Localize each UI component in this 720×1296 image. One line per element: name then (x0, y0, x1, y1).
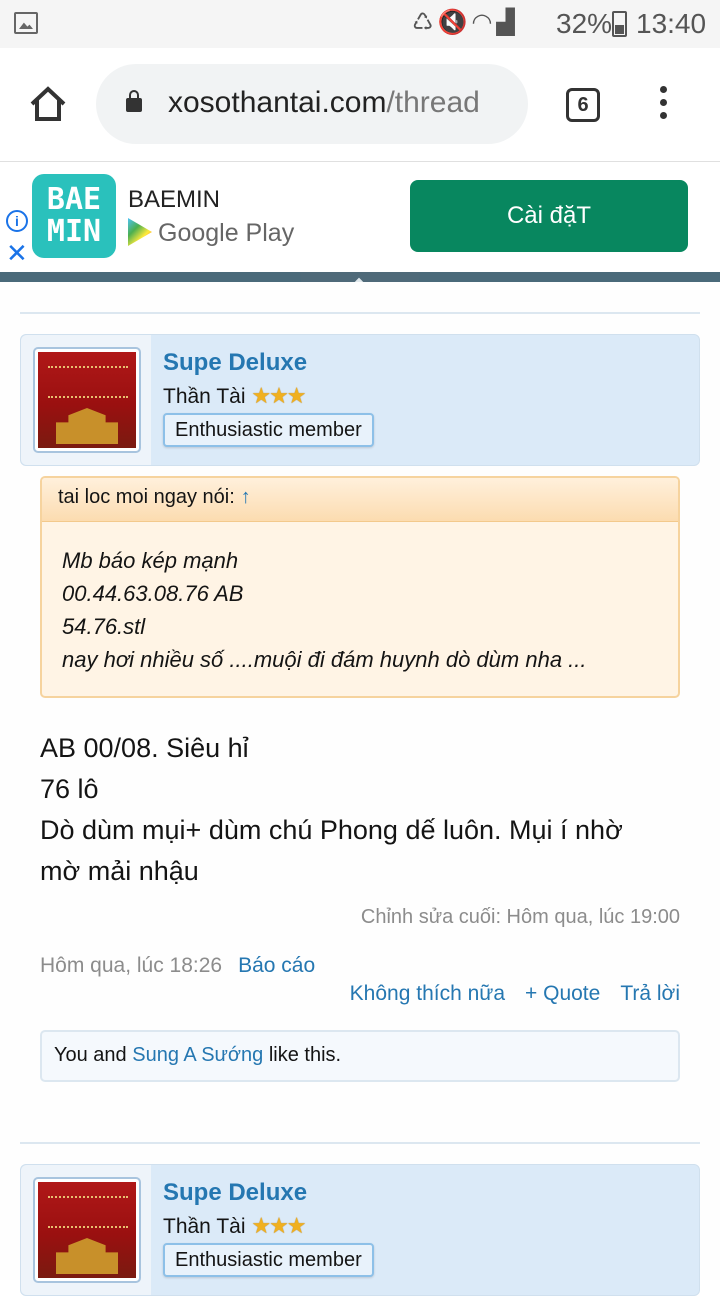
rank-stars-icon: ★★★ (251, 383, 306, 408)
avatar-cell (21, 335, 151, 465)
clock: 13:40 (636, 8, 707, 39)
ad-info-icon[interactable]: i (6, 210, 28, 232)
store-name: Google Play (158, 219, 295, 247)
post-timestamp[interactable]: Hôm qua, lúc 18:26 (40, 954, 222, 977)
gallery-notification-icon (14, 12, 38, 34)
likes-suffix: like this. (263, 1044, 342, 1066)
user-rank: Thần Tài ★★★ (163, 1213, 307, 1239)
avatar[interactable] (33, 1177, 141, 1283)
url-domain: xosothantai.com (168, 86, 387, 119)
battery-icon (612, 11, 627, 37)
reply-link[interactable]: Trả lời (620, 982, 680, 1005)
wifi-icon: ◠ (471, 9, 497, 36)
post-divider (20, 1142, 700, 1144)
last-edited-note: Chỉnh sửa cuối: Hôm qua, lúc 19:00 (360, 906, 680, 928)
mute-icon: 🔇 (437, 9, 472, 36)
likes-prefix: You and (54, 1044, 133, 1066)
member-badge: Enthusiastic member (163, 413, 374, 447)
google-play-label: Google Play (128, 218, 294, 248)
quote-header: tai loc moi ngay nói: ↑ (42, 478, 678, 522)
post-line: 76 lô (40, 774, 99, 804)
quote-line: Mb báo kép mạnh (62, 548, 239, 573)
user-rank: Thần Tài ★★★ (163, 383, 307, 409)
username-link[interactable]: Supe Deluxe (163, 1179, 307, 1207)
username-link[interactable]: Supe Deluxe (163, 349, 307, 377)
thread-content: Supe Deluxe Thần Tài ★★★ Enthusiastic me… (0, 282, 720, 1296)
quote-line: 54.76.stl (62, 614, 146, 639)
tab-switcher-button[interactable]: 6 (566, 88, 600, 122)
quote-line: 00.44.63.08.76 AB (62, 581, 244, 606)
lock-icon (126, 90, 142, 112)
ad-banner[interactable]: i ✕ BAE MIN BAEMIN Google Play Cài đặT (0, 162, 720, 272)
signal-icon: ▟ (496, 9, 519, 36)
install-button[interactable]: Cài đặT (410, 180, 688, 252)
quote-line: nay hơi nhiều số ....muội đi đám huynh d… (62, 647, 587, 672)
liker-link[interactable]: Sung A Sướng (132, 1044, 263, 1066)
post-body: AB 00/08. Siêu hỉ 76 lô Dò dùm mụi+ dùm … (40, 728, 690, 892)
likes-summary: You and Sung A Sướng like this. (40, 1030, 680, 1082)
url-text: xosothantai.com/thread (168, 86, 480, 120)
logo-line: BAE (46, 182, 102, 217)
post-user-info: Supe Deluxe Thần Tài ★★★ Enthusiastic me… (20, 334, 700, 466)
post-meta: Hôm qua, lúc 18:26 Báo cáo (40, 954, 315, 978)
user-title: Thần Tài (163, 385, 246, 408)
google-play-icon (128, 218, 152, 246)
ad-brand-name: BAEMIN (128, 186, 221, 213)
post-line: mờ mải nhậu (40, 856, 199, 886)
ad-close-icon[interactable]: ✕ (6, 240, 28, 266)
address-bar[interactable]: xosothantai.com/thread (96, 64, 528, 144)
jump-to-quote-icon[interactable]: ↑ (241, 486, 251, 508)
quote-author: tai loc moi ngay nói: (58, 486, 235, 508)
status-icons: ♺🔇◠▟ (412, 8, 519, 37)
post-divider (20, 312, 700, 314)
overflow-menu-icon[interactable] (656, 86, 670, 126)
avatar-cell (21, 1165, 151, 1295)
post-line: AB 00/08. Siêu hỉ (40, 733, 249, 763)
quote-link[interactable]: + Quote (525, 982, 600, 1005)
recycle-icon: ♺ (412, 9, 438, 36)
user-title: Thần Tài (163, 1215, 246, 1238)
report-link[interactable]: Báo cáo (238, 954, 315, 977)
url-path: /thread (386, 86, 480, 119)
quote-block: tai loc moi ngay nói: ↑ Mb báo kép mạnh 0… (40, 476, 680, 698)
logo-line: MIN (46, 214, 102, 249)
status-bar: ♺🔇◠▟ 32% 13:40 (0, 0, 720, 48)
rank-stars-icon: ★★★ (251, 1213, 306, 1238)
post-user-info: Supe Deluxe Thần Tài ★★★ Enthusiastic me… (20, 1164, 700, 1296)
avatar-image (38, 1182, 136, 1278)
unlike-link[interactable]: Không thích nữa (350, 982, 505, 1005)
browser-toolbar: xosothantai.com/thread 6 (0, 48, 720, 162)
post-actions: Không thích nữa + Quote Trả lời (330, 982, 680, 1006)
avatar[interactable] (33, 347, 141, 453)
battery-percentage: 32% (556, 8, 613, 39)
home-icon[interactable] (28, 86, 68, 122)
avatar-image (38, 352, 136, 448)
baemin-logo: BAE MIN (32, 174, 116, 258)
post-line: Dò dùm mụi+ dùm chú Phong dế luôn. Mụi í… (40, 815, 623, 845)
member-badge: Enthusiastic member (163, 1243, 374, 1277)
quote-body: Mb báo kép mạnh 00.44.63.08.76 AB 54.76.… (42, 522, 678, 676)
